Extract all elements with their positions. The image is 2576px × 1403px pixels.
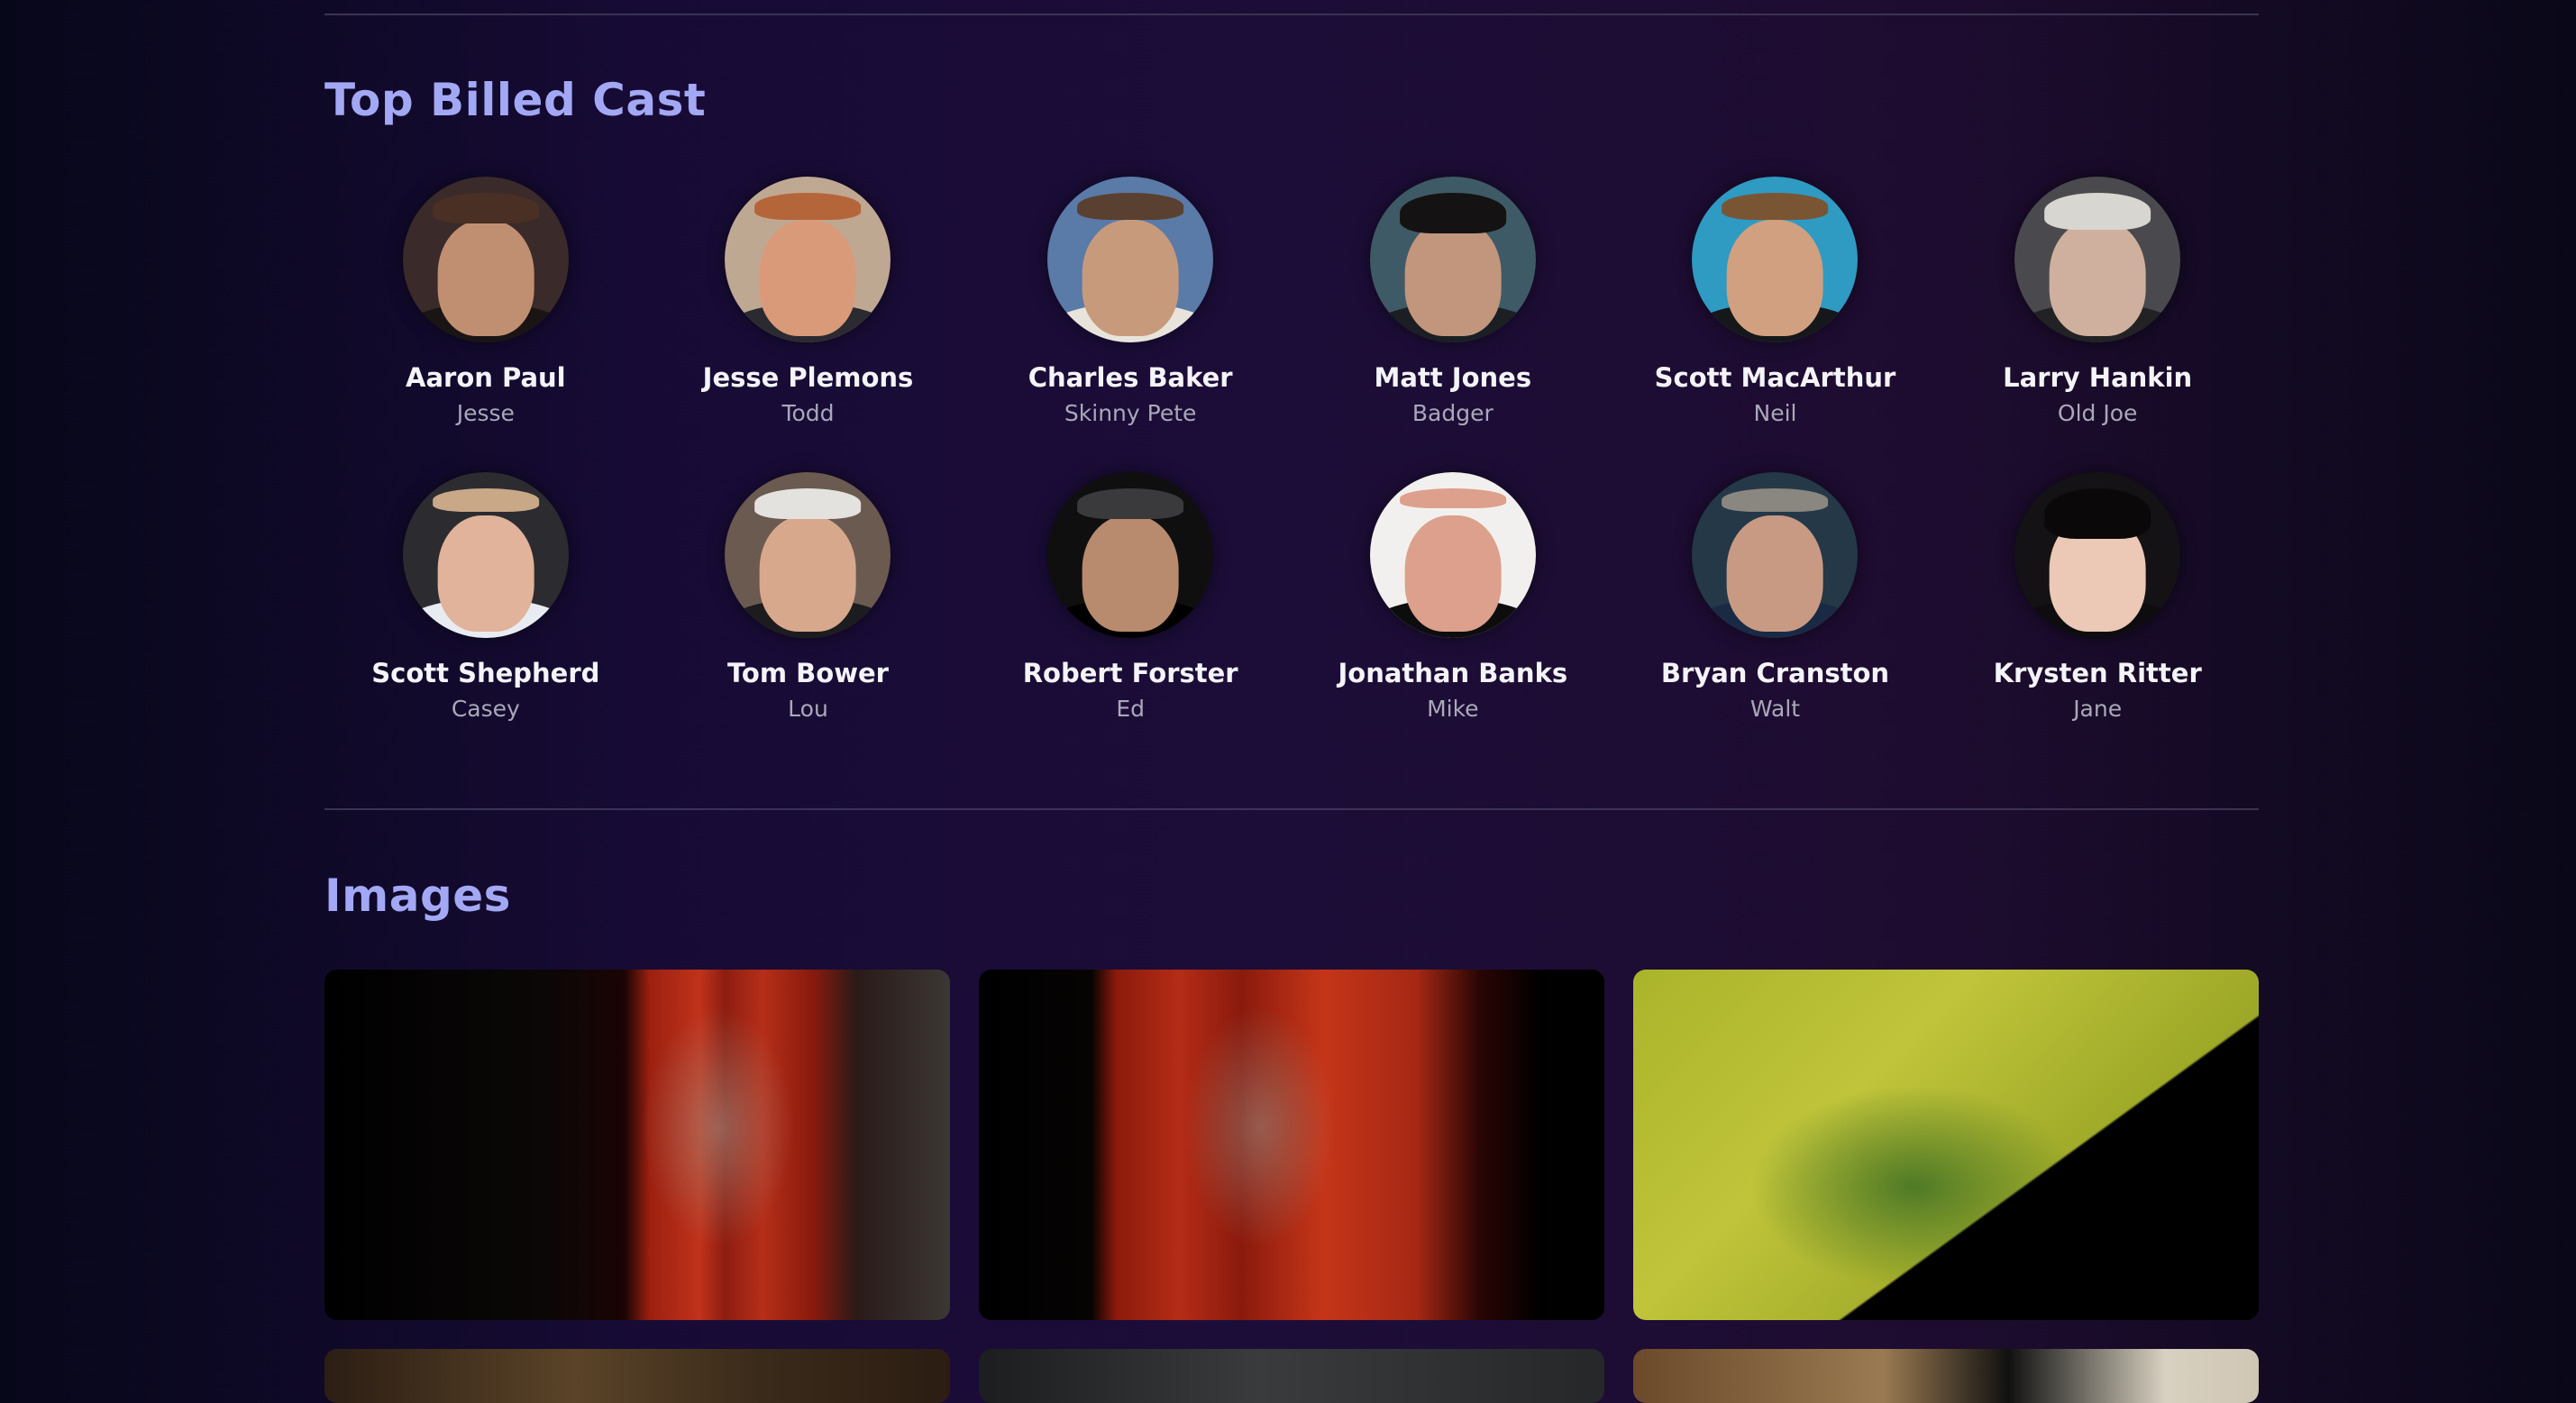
- actor-name[interactable]: Scott Shepherd: [371, 658, 599, 688]
- section-divider: [324, 14, 2259, 15]
- actor-name[interactable]: Aaron Paul: [406, 362, 566, 393]
- actor-photo[interactable]: [1047, 177, 1214, 342]
- character-name: Jesse: [456, 400, 515, 426]
- images-grid: [324, 970, 2259, 1403]
- cast-card[interactable]: Jesse Plemons Todd: [647, 177, 970, 472]
- cast-card[interactable]: Tom Bower Lou: [647, 472, 970, 768]
- character-name: Ed: [1116, 696, 1145, 722]
- character-name: Badger: [1411, 400, 1494, 426]
- actor-name[interactable]: Jesse Plemons: [703, 362, 914, 393]
- actor-name[interactable]: Jonathan Banks: [1338, 658, 1568, 688]
- cast-card[interactable]: Krysten Ritter Jane: [1936, 472, 2259, 768]
- character-name: Skinny Pete: [1064, 400, 1197, 426]
- actor-name[interactable]: Scott MacArthur: [1655, 362, 1896, 393]
- actor-name[interactable]: Charles Baker: [1028, 362, 1233, 393]
- cast-card[interactable]: Jonathan Banks Mike: [1292, 472, 1614, 768]
- character-name: Neil: [1753, 400, 1797, 426]
- cast-card[interactable]: Matt Jones Badger: [1292, 177, 1614, 472]
- actor-photo[interactable]: [1692, 472, 1859, 638]
- cast-card[interactable]: Aaron Paul Jesse: [324, 177, 647, 472]
- actor-photo[interactable]: [2014, 472, 2181, 638]
- images-section-title: Images: [324, 870, 511, 922]
- actor-photo[interactable]: [402, 177, 569, 342]
- actor-photo[interactable]: [1692, 177, 1859, 342]
- actor-photo[interactable]: [2014, 177, 2181, 342]
- cast-card[interactable]: Scott MacArthur Neil: [1614, 177, 1937, 472]
- actor-name[interactable]: Krysten Ritter: [1994, 658, 2202, 688]
- actor-photo[interactable]: [1369, 472, 1536, 638]
- character-name: Jane: [2073, 696, 2123, 722]
- actor-name[interactable]: Robert Forster: [1023, 658, 1238, 688]
- cast-card[interactable]: Bryan Cranston Walt: [1614, 472, 1937, 768]
- movie-image[interactable]: [1633, 970, 2259, 1320]
- character-name: Walt: [1749, 696, 1801, 722]
- actor-name[interactable]: Matt Jones: [1375, 362, 1532, 393]
- cast-card[interactable]: Scott Shepherd Casey: [324, 472, 647, 768]
- actor-photo[interactable]: [1047, 472, 1214, 638]
- cast-grid: Aaron Paul Jesse Jesse Plemons Todd Char…: [324, 177, 2259, 768]
- character-name: Old Joe: [2057, 400, 2138, 426]
- cast-card[interactable]: Charles Baker Skinny Pete: [969, 177, 1292, 472]
- cast-card[interactable]: Robert Forster Ed: [969, 472, 1292, 768]
- section-divider: [324, 808, 2259, 810]
- character-name: Todd: [781, 400, 835, 426]
- movie-image[interactable]: [324, 970, 950, 1320]
- actor-photo[interactable]: [402, 472, 569, 638]
- character-name: Lou: [788, 696, 828, 722]
- actor-photo[interactable]: [725, 177, 891, 342]
- character-name: Mike: [1427, 696, 1479, 722]
- movie-image[interactable]: [979, 1349, 1604, 1403]
- actor-name[interactable]: Bryan Cranston: [1661, 658, 1889, 688]
- cast-section-title: Top Billed Cast: [324, 74, 707, 126]
- actor-photo[interactable]: [1369, 177, 1536, 342]
- movie-image[interactable]: [979, 970, 1604, 1320]
- character-name: Casey: [451, 696, 520, 722]
- movie-image[interactable]: [1633, 1349, 2259, 1403]
- actor-name[interactable]: Larry Hankin: [2003, 362, 2192, 393]
- actor-photo[interactable]: [725, 472, 891, 638]
- movie-image[interactable]: [324, 1349, 950, 1403]
- cast-card[interactable]: Larry Hankin Old Joe: [1936, 177, 2259, 472]
- actor-name[interactable]: Tom Bower: [727, 658, 889, 688]
